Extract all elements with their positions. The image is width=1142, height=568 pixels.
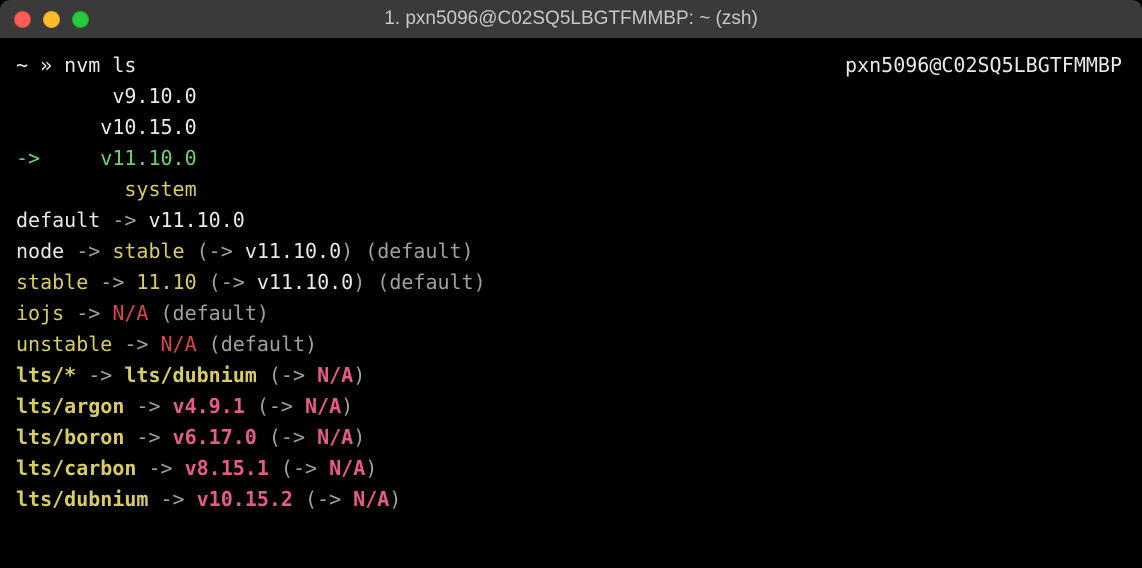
maximize-icon[interactable] [72,11,89,28]
close-icon[interactable] [14,11,31,28]
lts-carbon: lts/carbon -> v8.15.1 (-> N/A) [16,453,1126,484]
window-title: 1. pxn5096@C02SQ5LBGTFMMBP: ~ (zsh) [0,4,1142,33]
alias-default: default -> v11.10.0 [16,205,1126,236]
host-indicator: pxn5096@C02SQ5LBGTFMMBP [845,50,1122,81]
installed-version-system: system [16,174,1126,205]
lts-argon: lts/argon -> v4.9.1 (-> N/A) [16,391,1126,422]
traffic-lights [0,11,89,28]
alias-stable: stable -> 11.10 (-> v11.10.0) (default) [16,267,1126,298]
lts-star: lts/* -> lts/dubnium (-> N/A) [16,360,1126,391]
alias-iojs: iojs -> N/A (default) [16,298,1126,329]
alias-unstable: unstable -> N/A (default) [16,329,1126,360]
lts-boron: lts/boron -> v6.17.0 (-> N/A) [16,422,1126,453]
command-text: nvm ls [64,53,136,77]
installed-version-current: -> v11.10.0 [16,143,1126,174]
terminal-output[interactable]: pxn5096@C02SQ5LBGTFMMBP ~ » nvm ls v9.10… [0,38,1142,527]
prompt-symbol: ~ » [16,53,64,77]
installed-version: v10.15.0 [16,112,1126,143]
minimize-icon[interactable] [43,11,60,28]
installed-version: v9.10.0 [16,81,1126,112]
window-titlebar: 1. pxn5096@C02SQ5LBGTFMMBP: ~ (zsh) [0,0,1142,38]
alias-node: node -> stable (-> v11.10.0) (default) [16,236,1126,267]
lts-dubnium: lts/dubnium -> v10.15.2 (-> N/A) [16,484,1126,515]
